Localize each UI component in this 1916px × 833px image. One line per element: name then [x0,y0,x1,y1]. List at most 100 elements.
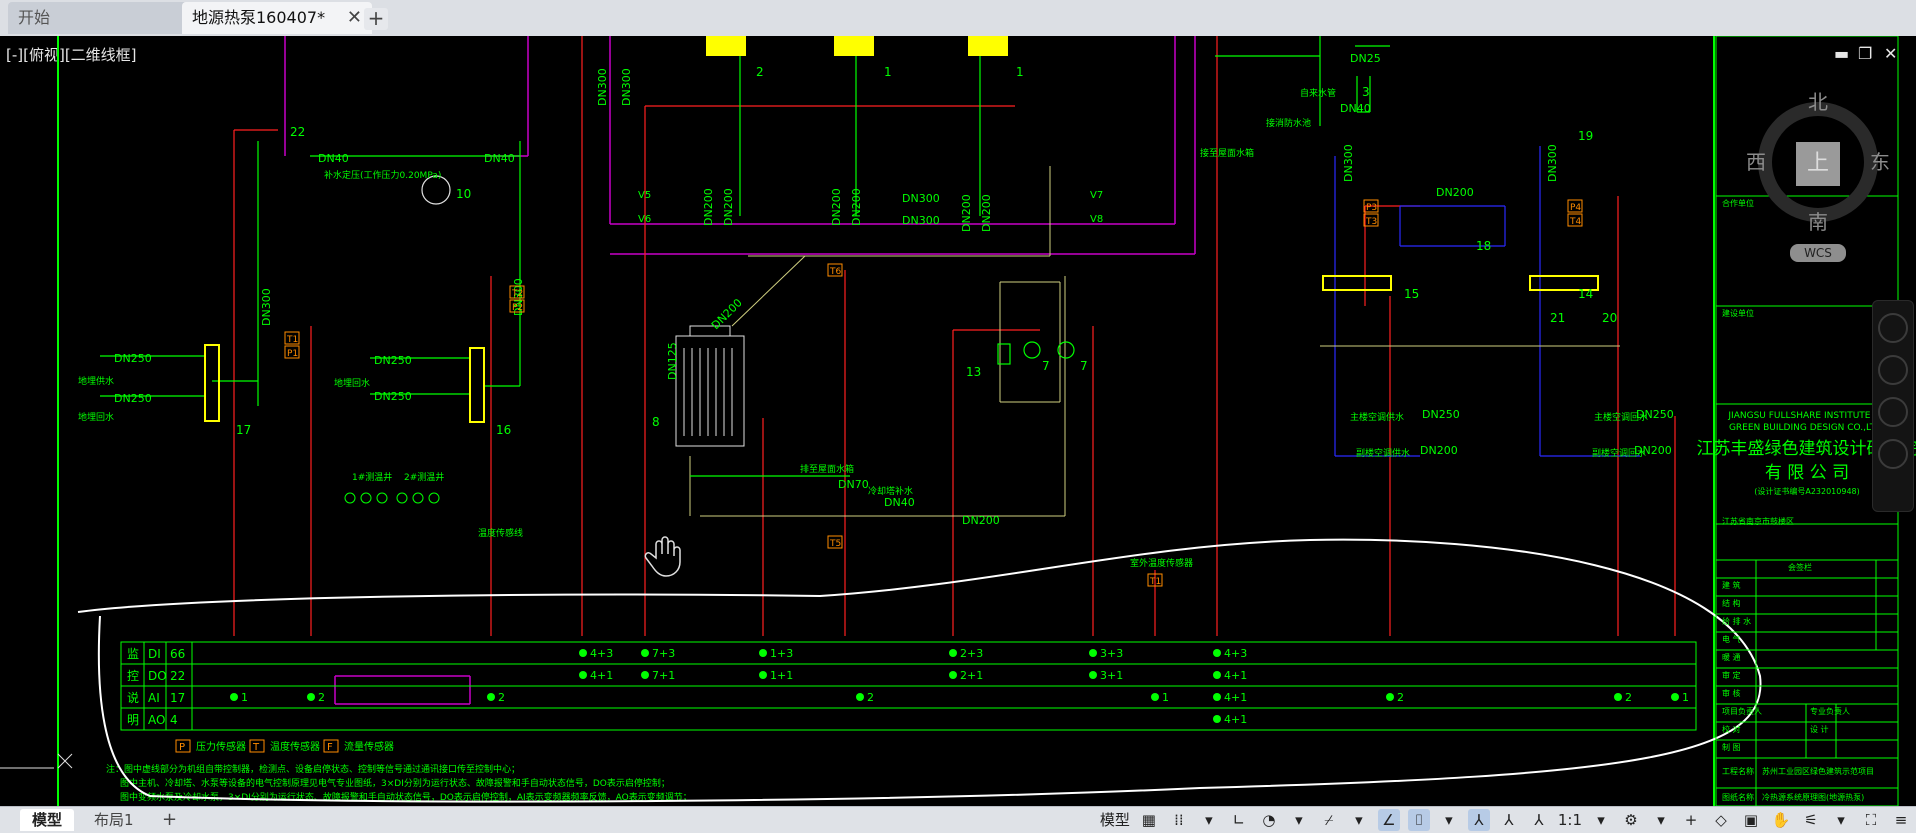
legend-box: P [179,742,185,753]
chevron-down-icon[interactable]: ▾ [1198,809,1220,831]
hardware-acceleration-icon[interactable]: ▣ [1740,809,1762,831]
legend-box: F [327,742,333,753]
equipment-number: 1 [884,65,892,79]
dn-label: DN250 [1422,408,1460,421]
fullscreen-icon[interactable]: ⛶ [1860,809,1882,831]
isodraft-icon[interactable]: ⌿ [1318,809,1340,831]
chevron-down-icon[interactable]: ▾ [1288,809,1310,831]
io-count: 22 [170,669,185,683]
chevron-down-icon[interactable]: ▾ [1650,809,1672,831]
annotation-scale-value[interactable]: 1:1 [1558,809,1582,831]
steering-wheel-icon[interactable] [1878,313,1908,343]
sensor-code: T1 [1149,577,1161,587]
io-cell: 7+1 [652,669,675,682]
document-tab-bar: 开始 地源热泵160407* ✕ + [0,0,1916,37]
compass-west[interactable]: 西 [1746,146,1766,175]
dn-label: DN300 [620,68,633,106]
viewcube-top-face[interactable]: 上 [1796,142,1840,186]
zoom-icon[interactable] [1878,397,1908,427]
pan-cursor-icon [645,537,680,576]
chevron-down-icon[interactable]: ▾ [1438,809,1460,831]
hamburger-menu-icon[interactable]: ≡ [1890,809,1912,831]
dn-label: DN250 [114,352,152,365]
model-space-toggle[interactable]: 模型 [1100,809,1130,831]
chevron-down-icon[interactable]: ▾ [1590,809,1612,831]
pan-icon[interactable] [1878,355,1908,385]
wcs-menu[interactable]: WCS [1790,244,1846,262]
layout-tab-model[interactable]: 模型 [20,809,74,831]
dn-label: DN200 [960,194,973,232]
compass-north[interactable]: 北 [1808,86,1828,115]
title-field: 工程名称 [1722,766,1754,776]
company-cn-2: 有 限 公 司 [1765,463,1849,483]
viewcube[interactable]: 北 南 西 东 上 WCS [1758,86,1882,256]
dn-label: DN200 [850,188,863,226]
auto-scale-icon[interactable]: ⅄ [1498,809,1520,831]
io-cell: 3+1 [1100,669,1123,682]
io-type: AO [148,713,165,727]
title-field: 会签栏 [1788,562,1812,572]
grid-icon[interactable]: ▦ [1138,809,1160,831]
orbit-icon[interactable] [1878,439,1908,469]
polar-tracking-icon[interactable]: ◔ [1258,809,1280,831]
io-type: DI [148,647,161,661]
io-cell: 2+1 [960,669,983,682]
plus-icon[interactable]: + [1680,809,1702,831]
ortho-icon[interactable]: ∟ [1228,809,1250,831]
drawing-label: 2#测温井 [404,471,444,483]
snap-icon[interactable]: ⁞⁞ [1168,809,1190,831]
drawing-label: 副楼空调供水 [1356,447,1410,459]
equipment-number: 7 [1080,359,1088,373]
io-type: AI [148,691,160,705]
drawing-label: 主楼空调供水 [1350,411,1404,423]
object-snap-icon[interactable]: ⌷ [1408,809,1430,831]
compass-east[interactable]: 东 [1870,146,1890,175]
navigation-bar[interactable] [1872,300,1914,512]
restore-icon[interactable]: ❐ [1858,44,1872,63]
clean-screen-icon[interactable]: ⚟ [1800,809,1822,831]
equipment-number: 19 [1578,129,1593,143]
annotation-visibility-icon[interactable]: ⅄ [1468,809,1490,831]
chevron-down-icon[interactable]: ▾ [1348,809,1370,831]
dn-label: DN300 [902,192,940,205]
io-cell: 2 [498,691,505,704]
minimize-icon[interactable]: ▬ [1834,44,1849,63]
equipment-number: 21 [1550,311,1565,325]
io-cell: 4+1 [590,669,613,682]
chevron-down-icon[interactable]: ▾ [1830,809,1852,831]
dn-label: DN70 [838,478,869,491]
hand-icon[interactable]: ✋ [1770,809,1792,831]
equipment-number: 22 [290,125,305,139]
gear-icon[interactable]: ⚙ [1620,809,1642,831]
close-icon[interactable]: ✕ [1884,44,1897,63]
drawing-label: 补水定压(工作压力0.20MPa) [324,169,441,181]
io-side-label: 监 [127,647,139,661]
io-cell: 2 [1625,691,1632,704]
equipment-number: 20 [1602,311,1617,325]
drawing-viewport[interactable]: [-][俯视][二维线框] [0,36,1916,806]
io-cell: 1+3 [770,647,793,660]
io-cell: 4+3 [590,647,613,660]
title-field: 校 对 [1722,724,1741,734]
dn-label: DN40 [318,152,349,165]
io-count: 66 [170,647,185,661]
tab-drawing-file[interactable]: 地源热泵160407* ✕ [182,2,372,34]
note-line: 注：图中虚线部分为机组自带控制器，检测点、设备启停状态、控制等信号通过通讯接口传… [106,763,520,775]
close-icon[interactable]: ✕ [347,2,362,34]
legend-text: 压力传感器 [196,740,246,753]
cad-drawing[interactable]: DN40 DN40 DN300 DN250 DN250 DN250 DN250 … [0,36,1916,806]
add-layout-button[interactable]: + [150,809,189,831]
annotation-scale-icon[interactable]: ⅄ [1528,809,1550,831]
title-field: 电 气 [1722,634,1741,644]
layout-tab-layout1[interactable]: 布局1 [82,809,146,831]
io-side-label: 控 [127,669,139,683]
new-tab-button[interactable]: + [364,8,388,30]
sensor-code: T1 [286,335,298,345]
tab-start-label: 开始 [18,8,50,27]
equipment-number: 3 [1362,85,1370,99]
tab-start[interactable]: 开始 [8,2,188,34]
object-snap-tracking-icon[interactable]: ∠ [1378,809,1400,831]
io-side-label: 明 [127,713,139,727]
isolate-objects-icon[interactable]: ◇ [1710,809,1732,831]
compass-south[interactable]: 南 [1808,206,1828,235]
